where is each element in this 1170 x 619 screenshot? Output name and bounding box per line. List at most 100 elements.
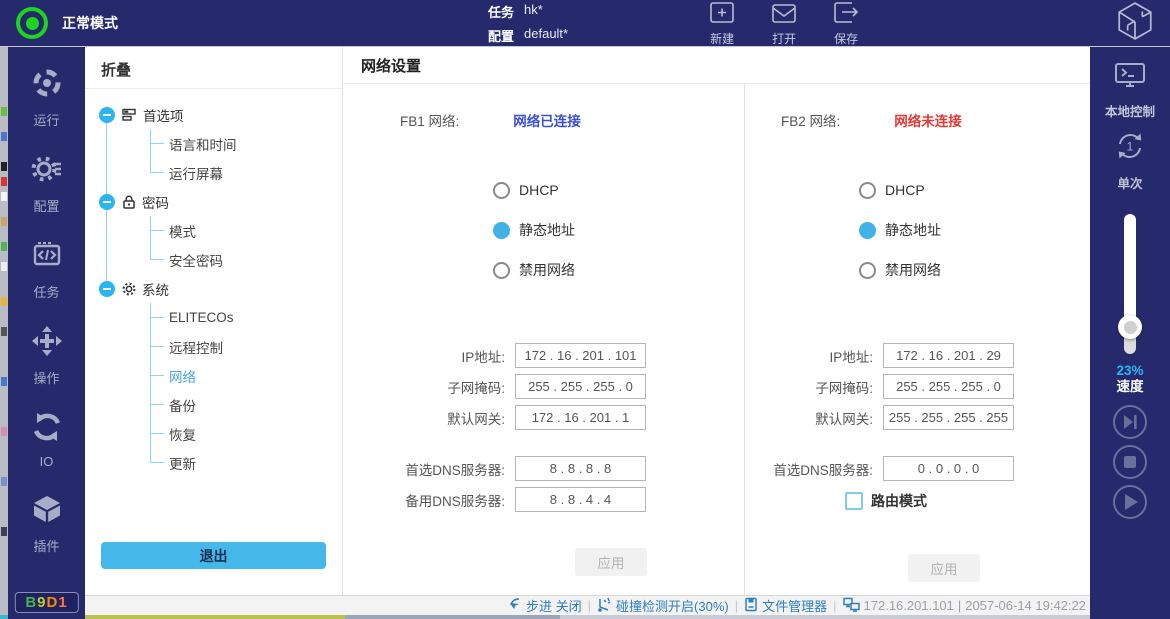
code-window-icon [31,239,63,276]
collapse-toggle-icon[interactable] [99,194,115,210]
step-mode-toggle[interactable]: 步进 关闭 [508,596,582,615]
radio-label: 静态地址 [519,220,575,240]
network-status[interactable]: 172.16.201.101 | 2057-06-14 19:42:22 [843,597,1086,615]
collapse-toggle-icon[interactable] [99,281,115,297]
tree-leaf-elitecos[interactable]: ELITECOs [151,303,342,332]
fb1-radio-static[interactable]: 静态地址 [493,220,744,240]
sidebar-item-run[interactable]: 运行 [31,67,63,129]
robot-mode-button[interactable]: 正常模式 [16,7,118,39]
play-button[interactable] [1112,484,1148,520]
tree-node-system[interactable]: 系统 [85,274,342,303]
single-run-button[interactable]: 1 单次 [1090,129,1170,192]
sidebar-item-plugin[interactable]: 插件 [31,493,63,555]
fb1-dns2-input[interactable] [515,487,646,512]
tree-node-preferences[interactable]: 首选项 [85,100,342,129]
task-value: hk* [524,2,543,21]
open-file-icon [770,0,798,29]
separator: | [958,598,961,613]
tree-leaf-label: ELITECOs [169,310,234,325]
system-gear-icon [122,282,136,296]
tree-children: 模式 安全密码 [150,216,342,274]
sidebar-item-operate[interactable]: 操作 [31,325,63,387]
tree-leaf-label: 安全密码 [169,250,223,270]
fb2-mask-input[interactable] [883,374,1014,399]
sidebar-item-task[interactable]: 任务 [31,239,63,301]
task-config-info: 任务 hk* 配置 default* [488,2,568,45]
fb2-radio-static[interactable]: 静态地址 [859,220,1090,240]
fb1-dns1-input[interactable] [515,456,646,481]
speed-label: 速度 [1090,379,1170,395]
save-button[interactable]: 保存 [832,0,860,47]
tree-leaf-label: 更新 [169,453,196,473]
exit-button[interactable]: 退出 [101,542,326,569]
fb2-network-label: FB2 网络: [781,110,840,130]
tree-leaf-network[interactable]: 网络 [151,361,342,390]
stop-button[interactable] [1112,444,1148,480]
fb2-apply-button[interactable]: 应用 [908,554,980,582]
tree-leaf-safety-password[interactable]: 安全密码 [151,245,342,274]
radio-circle-icon [859,262,876,279]
tree-node-password[interactable]: 密码 [85,187,342,216]
separator: | [588,598,591,613]
sidebar-item-config[interactable]: 配置 [31,153,63,215]
fb1-mask-input[interactable] [515,374,646,399]
fb1-gateway-input[interactable] [515,405,646,430]
config-label: 配置 [488,26,514,45]
tree-leaf-run-screen[interactable]: 运行屏幕 [151,158,342,187]
fb1-gateway-label: 默认网关: [343,408,515,428]
sidebar-item-io[interactable]: IO [31,411,63,469]
checkbox-icon [845,492,863,510]
fb2-address-fields: IP地址: 子网掩码: 默认网关: [745,343,1090,430]
tree-leaf-label: 网络 [169,366,196,386]
speed-slider-thumb[interactable] [1118,315,1142,339]
radio-circle-icon [493,262,510,279]
speed-value: 23% [1090,363,1170,379]
open-button[interactable]: 打开 [770,0,798,47]
tree-leaf-mode[interactable]: 模式 [151,216,342,245]
robot-status-icon [16,7,48,39]
tree-leaf-remote-control[interactable]: 远程控制 [151,332,342,361]
fb2-radio-disable[interactable]: 禁用网络 [859,260,1090,280]
desktop-bottom-strip [0,615,1170,619]
tree-leaf-restore[interactable]: 恢复 [151,419,342,448]
fb2-status-text: 网络未连接 [894,110,962,130]
fb1-radio-disable[interactable]: 禁用网络 [493,260,744,280]
tree-leaf-label: 恢复 [169,424,196,444]
fb2-ip-input[interactable] [883,343,1014,368]
new-button[interactable]: 新建 [708,0,736,47]
fb1-ip-input[interactable] [515,343,646,368]
collision-detection-toggle[interactable]: 碰撞检测开启(30%) [597,596,729,615]
tree-leaf-backup[interactable]: 备份 [151,390,342,419]
radio-circle-icon [493,182,510,199]
fb2-gateway-input[interactable] [883,405,1014,430]
fb1-apply-button[interactable]: 应用 [575,548,647,576]
radio-label: DHCP [519,182,559,198]
ip-address-text: 172.16.201.101 [864,598,954,613]
status-bar: 步进 关闭 | 碰撞检测开启(30%) | 文件管理器 | 172.16.201… [85,595,1090,615]
tree-leaf-language-time[interactable]: 语言和时间 [151,129,342,158]
file-manager-button[interactable]: 文件管理器 [744,596,827,615]
fb2-route-mode-checkbox[interactable]: 路由模式 [845,491,1090,511]
io-sync-icon [31,411,63,448]
local-control-button[interactable]: 本地控制 [1090,61,1170,120]
top-bar: 正常模式 任务 hk* 配置 default* 新建 [0,0,1170,47]
fb1-dns2-label: 备用DNS服务器: [343,490,515,510]
task-label: 任务 [488,2,514,21]
step-forward-button[interactable] [1112,404,1148,440]
speed-readout: 23% 速度 [1090,363,1170,395]
fb1-radio-dhcp[interactable]: DHCP [493,180,744,200]
settings-tree-panel: 折叠 首选项 语言和时间 运行屏幕 密码 [85,47,343,595]
network-settings-panel: 网络设置 FB1 网络: 网络已连接 DHCP 静态地址 [343,47,1090,595]
local-control-label: 本地控制 [1105,101,1155,120]
save-button-label: 保存 [834,30,858,47]
move-arrows-icon [31,325,63,362]
tree-leaf-update[interactable]: 更新 [151,448,342,477]
fb1-mask-label: 子网掩码: [343,377,515,397]
brand-logo-icon [1114,0,1156,47]
badge-char: 1 [58,594,67,611]
fb1-status-text: 网络已连接 [513,110,581,130]
fb2-dns1-input[interactable] [883,456,1014,481]
collapse-toggle-icon[interactable] [99,107,115,123]
svg-text:1: 1 [1127,140,1134,154]
fb2-radio-dhcp[interactable]: DHCP [859,180,1090,200]
